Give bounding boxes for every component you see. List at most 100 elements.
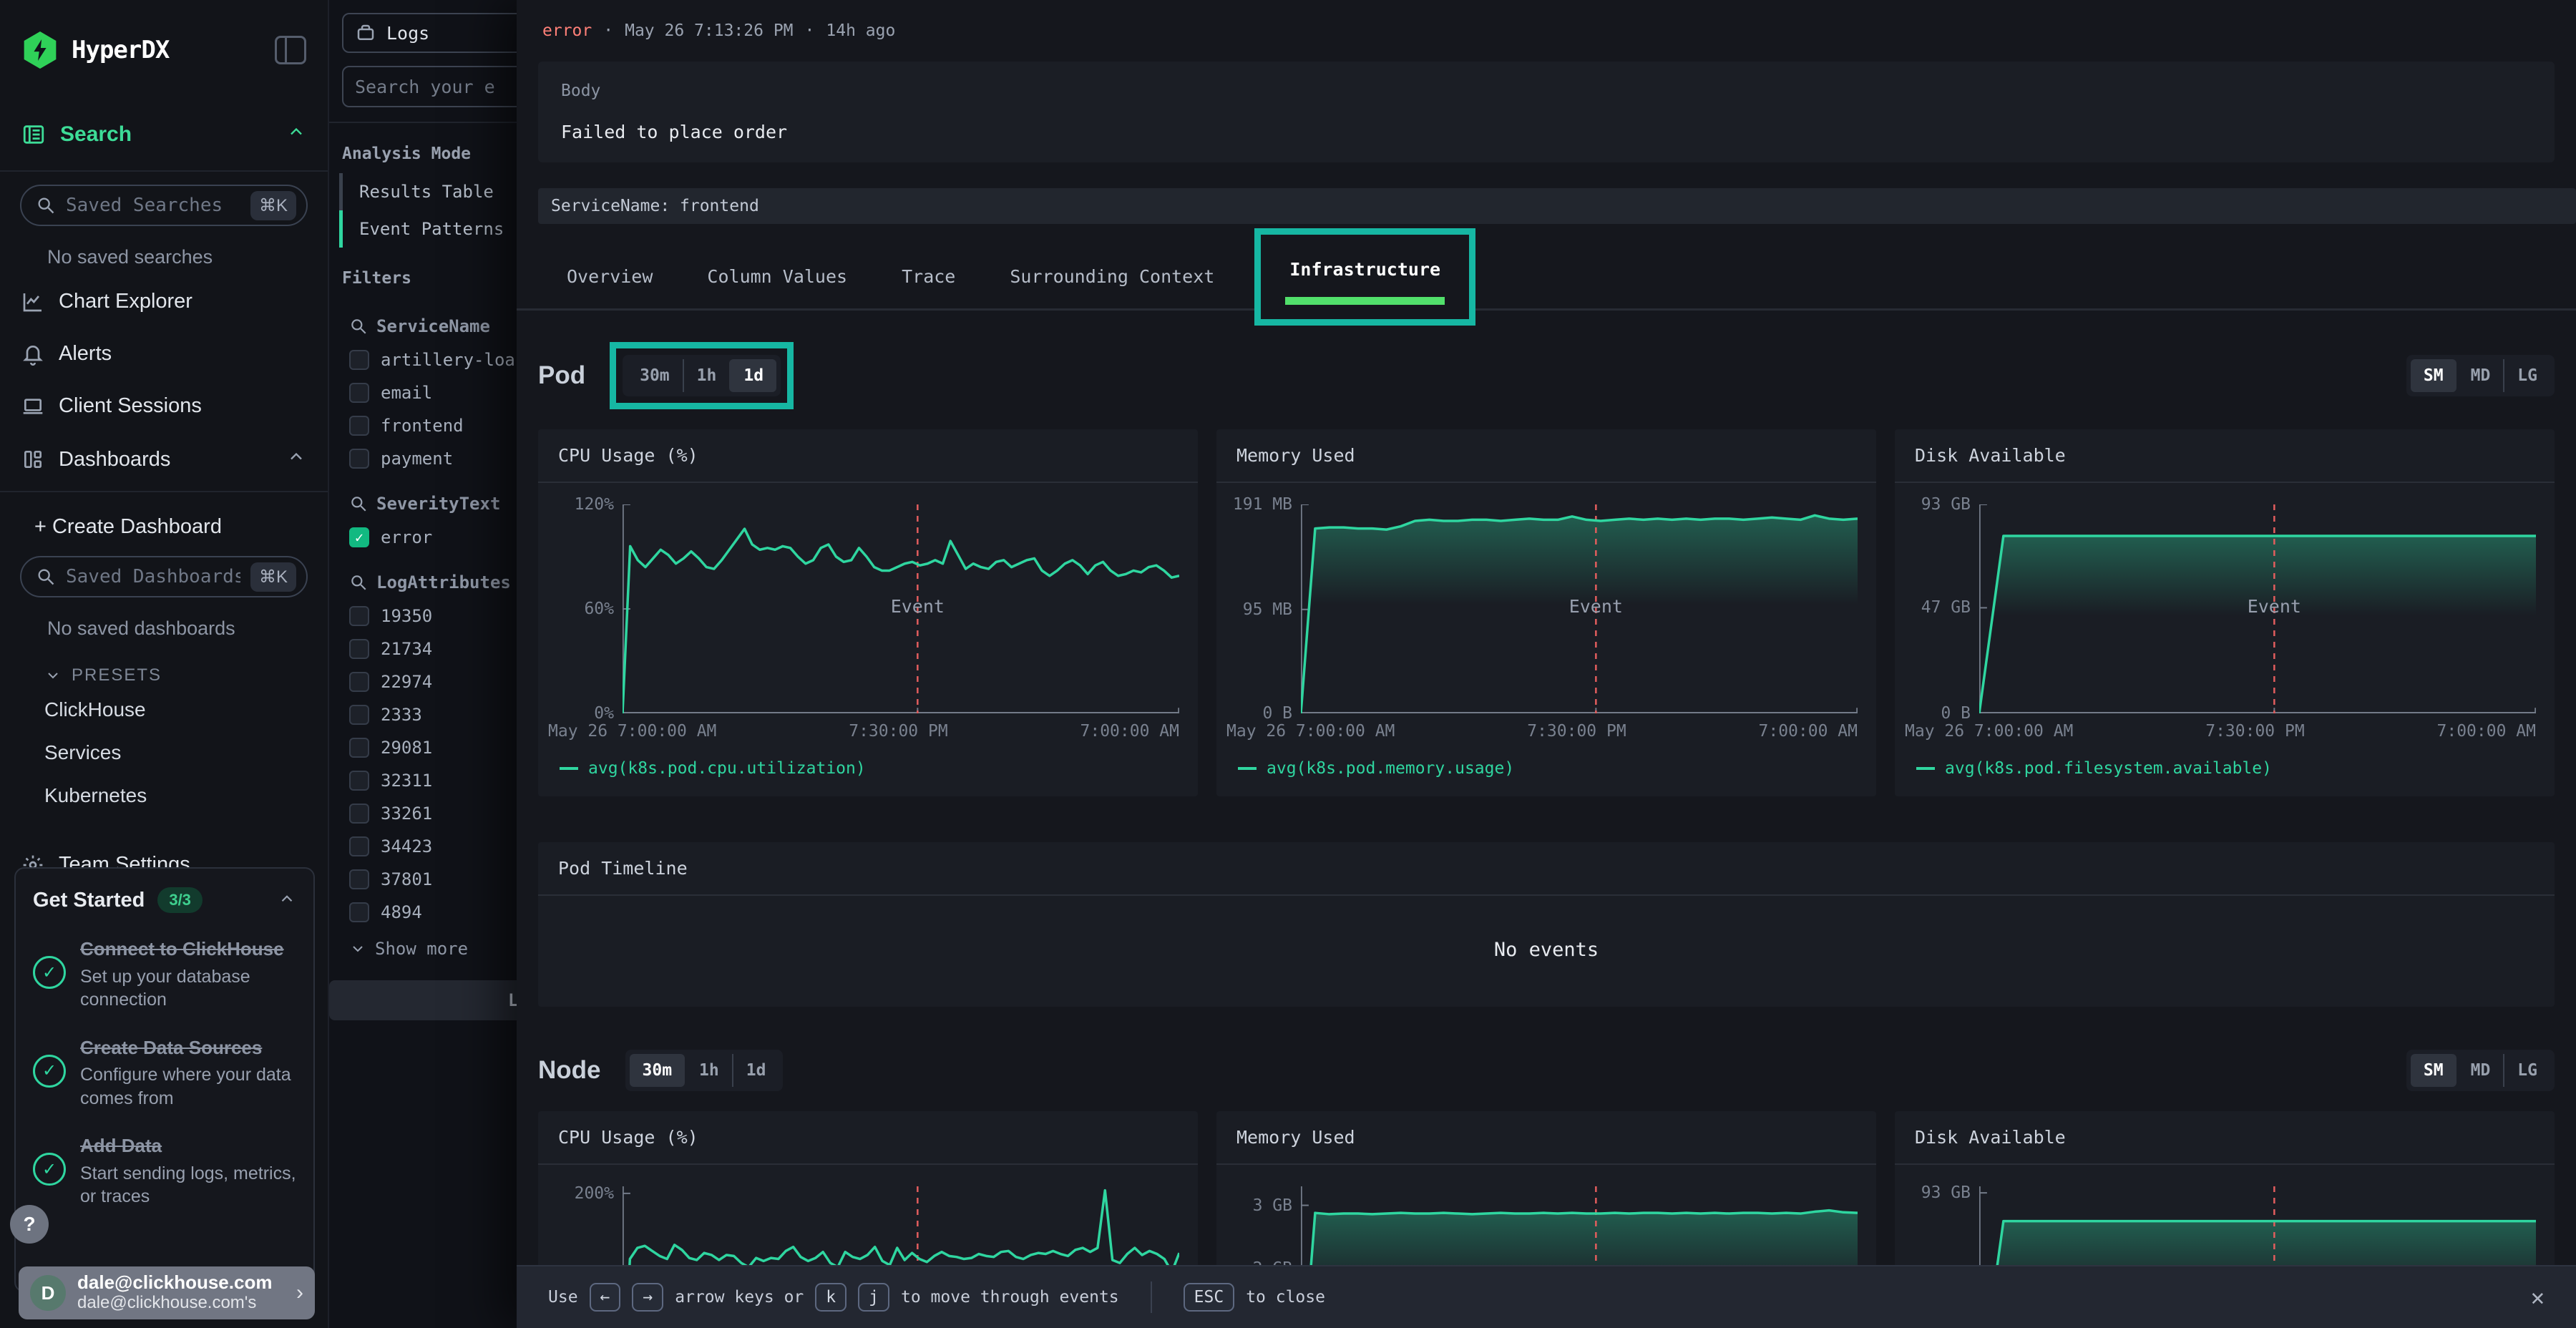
tab-overview[interactable]: Overview [542,246,677,308]
filter-option-email[interactable]: email [329,376,517,409]
user-account-chip[interactable]: D dale@clickhouse.com dale@clickhouse.co… [19,1266,315,1319]
preset-item-services[interactable]: Services [0,731,328,774]
preset-item-kubernetes[interactable]: Kubernetes [0,774,328,817]
pod-timeline-title: Pod Timeline [538,842,2555,896]
preset-item-clickhouse[interactable]: ClickHouse [0,688,328,731]
checkbox-icon[interactable] [349,672,369,692]
close-icon[interactable]: ✕ [2531,1284,2545,1311]
filter-option-34423[interactable]: 34423 [329,830,517,863]
filter-option-33261[interactable]: 33261 [329,797,517,830]
checkbox-icon[interactable] [349,350,369,370]
pod-size-sm[interactable]: SM [2411,359,2457,392]
get-started-item-title: Add Data [80,1134,296,1158]
checkbox-icon[interactable] [349,449,369,469]
filter-option-2333[interactable]: 2333 [329,698,517,731]
node-size-md[interactable]: MD [2457,1054,2504,1087]
y-tick-label: 120% [575,495,614,514]
show-more-button[interactable]: Show more [329,929,517,959]
saved-searches-input[interactable]: Saved Searches ⌘K [20,185,308,226]
esc-key: ESC [1184,1283,1235,1312]
filter-option-19350[interactable]: 19350 [329,600,517,633]
get-started-item[interactable]: ✓Create Data SourcesConfigure where your… [33,1036,296,1110]
checkbox-checked-icon[interactable]: ✓ [349,527,369,547]
filter-option-label: payment [381,449,453,469]
filter-option-21734[interactable]: 21734 [329,633,517,665]
checkbox-icon[interactable] [349,771,369,791]
pod-range-1d[interactable]: 1d [729,359,776,392]
filter-option-error[interactable]: ✓error [329,521,517,554]
node-range-30m[interactable]: 30m [630,1054,686,1087]
chevron-up-icon[interactable] [278,889,296,912]
get-started-item[interactable]: ✓Connect to ClickHouseSet up your databa… [33,937,296,1012]
source-select-button[interactable]: Logs [342,13,517,53]
filter-option-22974[interactable]: 22974 [329,665,517,698]
analysis-mode-results-table[interactable]: Results Table [329,173,517,210]
tab-trace[interactable]: Trace [877,246,980,308]
saved-dashboards-input[interactable]: Saved Dashboards ⌘K [20,556,308,597]
sidebar-item-dashboards[interactable]: Dashboards [0,432,328,487]
chart-title: CPU Usage (%) [538,1111,1198,1165]
filter-option-artillery-loa[interactable]: artillery-loa [329,343,517,376]
checkbox-icon[interactable] [349,639,369,659]
x-tick-label: May 26 7:00:00 AM [548,722,716,741]
pod-size-md[interactable]: MD [2457,359,2504,392]
chart-title: CPU Usage (%) [538,429,1198,483]
pod-chart-memory-used: Memory Used191 MB95 MB0 BEventMay 26 7:0… [1216,429,1876,796]
filter-option-29081[interactable]: 29081 [329,731,517,764]
x-axis-labels: May 26 7:00:00 AM7:30:00 PM7:00:00 AM [1216,713,1876,741]
node-size-lg[interactable]: LG [2503,1054,2550,1087]
tab-surrounding-context[interactable]: Surrounding Context [985,246,1239,308]
pod-charts-row: CPU Usage (%)120%60%0%EventMay 26 7:00:0… [532,429,2560,796]
chevron-up-icon[interactable] [286,446,306,472]
event-search-input[interactable]: Search your e [342,66,517,107]
filter-option-payment[interactable]: payment [329,442,517,475]
node-chart-disk-available: Disk Available93 GB47 GBEvent [1895,1111,2555,1265]
event-details-overlay: error · May 26 7:13:26 PM · 14h ago Body… [517,0,2576,1328]
checkbox-icon[interactable] [349,606,369,626]
saved-dashboards-placeholder: Saved Dashboards [66,566,240,587]
service-name-tag[interactable]: ServiceName: frontend [538,188,2576,224]
checkbox-icon[interactable] [349,804,369,824]
filter-option-4894[interactable]: 4894 [329,896,517,929]
mode-label: Results Table [359,182,494,202]
filter-option-32311[interactable]: 32311 [329,764,517,797]
sidebar-item-alerts[interactable]: Alerts [0,328,328,380]
x-tick-label: 7:00:00 AM [1759,722,1858,741]
less-filters-button[interactable]: Less fil [329,980,517,1020]
divider [1151,1281,1152,1313]
analysis-mode-event-patterns[interactable]: Event Patterns [329,210,517,248]
pod-range-1h[interactable]: 1h [683,359,730,392]
sidebar-item-search[interactable]: Search [0,103,328,166]
checkbox-icon[interactable] [349,738,369,758]
event-body-card: Body Failed to place order [538,62,2555,162]
checkbox-icon[interactable] [349,869,369,889]
node-size-sm[interactable]: SM [2411,1054,2457,1087]
pod-range-30m[interactable]: 30m [627,359,683,392]
tab-column-values[interactable]: Column Values [683,246,872,308]
sidebar-item-chart-explorer[interactable]: Chart Explorer [0,275,328,328]
tab-infrastructure[interactable]: Infrastructure [1265,239,1465,287]
filter-group-header[interactable]: ServiceName [329,298,517,343]
sidebar-item-client-sessions[interactable]: Client Sessions [0,380,328,432]
pod-range-toggle: 30m1h1d [623,355,781,396]
node-range-1h[interactable]: 1h [685,1054,732,1087]
no-saved-dashboards-text: No saved dashboards [0,597,328,647]
filter-group-header[interactable]: LogAttributes [329,554,517,600]
pod-size-lg[interactable]: LG [2503,359,2550,392]
create-dashboard-button[interactable]: + Create Dashboard [0,497,328,543]
filter-group-header[interactable]: SeverityText [329,475,517,521]
filter-option-37801[interactable]: 37801 [329,863,517,896]
presets-toggle[interactable]: PRESETS [0,647,328,688]
legend-label: avg(k8s.pod.filesystem.available) [1945,759,2272,778]
get-started-item[interactable]: ✓Add DataStart sending logs, metrics, or… [33,1134,296,1209]
collapse-sidebar-icon[interactable] [275,36,306,64]
node-range-1d[interactable]: 1d [732,1054,779,1087]
help-button[interactable]: ? [10,1205,49,1244]
checkbox-icon[interactable] [349,902,369,922]
filter-option-frontend[interactable]: frontend [329,409,517,442]
checkbox-icon[interactable] [349,416,369,436]
checkbox-icon[interactable] [349,836,369,856]
chevron-up-icon[interactable] [286,122,306,147]
checkbox-icon[interactable] [349,383,369,403]
checkbox-icon[interactable] [349,705,369,725]
